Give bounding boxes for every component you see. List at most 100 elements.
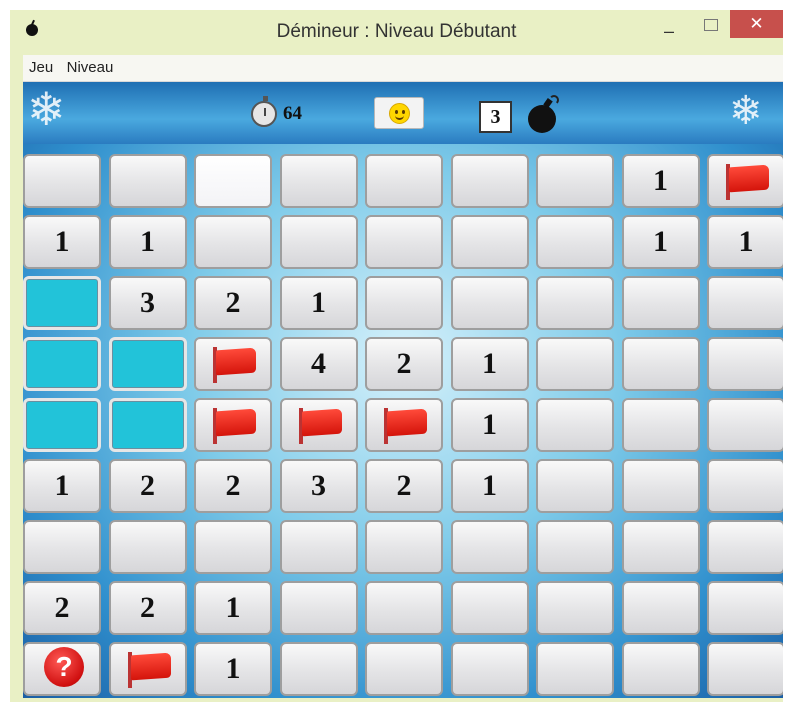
cell-hidden[interactable] xyxy=(365,642,443,696)
cell-number[interactable]: 1 xyxy=(108,215,187,269)
cell-number[interactable]: 1 xyxy=(279,276,358,330)
cell-hidden[interactable] xyxy=(450,642,529,696)
cell-revealed-empty[interactable] xyxy=(108,398,187,452)
cell-hidden[interactable] xyxy=(450,154,529,208)
cell-hidden[interactable] xyxy=(707,459,783,513)
menu-niveau[interactable]: Niveau xyxy=(61,55,117,76)
cell-number[interactable]: 1 xyxy=(23,215,101,269)
red-flag-icon xyxy=(127,652,172,688)
cell-hidden[interactable] xyxy=(279,520,358,574)
game-area: ❄ ❄ 64 3 1 1 1 1 1 3 2 1 4 2 1 1 1 2 2 3 2 1 2 2 1? 1 xyxy=(23,82,783,698)
cell-hidden[interactable] xyxy=(536,581,614,635)
cell-revealed-empty[interactable] xyxy=(108,337,187,391)
cell-number[interactable]: 2 xyxy=(194,459,272,513)
cell-hidden[interactable] xyxy=(279,215,358,269)
cell-number[interactable]: 2 xyxy=(365,459,443,513)
title-bar[interactable]: Démineur : Niveau Débutant – ✕ xyxy=(10,10,783,54)
cell-number[interactable]: 1 xyxy=(194,581,272,635)
new-game-smiley-button[interactable] xyxy=(374,97,424,129)
cell-hidden[interactable] xyxy=(279,154,358,208)
cell-number[interactable]: 1 xyxy=(194,642,272,696)
red-flag-icon xyxy=(298,408,343,444)
cell-hidden[interactable] xyxy=(365,581,443,635)
cell-flagged[interactable] xyxy=(279,398,358,452)
game-header: ❄ ❄ 64 3 xyxy=(23,82,783,144)
cell-hidden[interactable] xyxy=(450,581,529,635)
cell-hidden[interactable] xyxy=(621,459,700,513)
cell-flagged[interactable] xyxy=(194,398,272,452)
cell-hidden[interactable] xyxy=(536,398,614,452)
cell-hidden[interactable] xyxy=(365,215,443,269)
cell-hidden[interactable] xyxy=(450,276,529,330)
cell-hidden[interactable] xyxy=(108,154,187,208)
cell-revealed-empty[interactable] xyxy=(23,398,101,452)
cell-hidden[interactable] xyxy=(194,215,272,269)
cell-flagged[interactable] xyxy=(707,154,783,208)
cell-number[interactable]: 4 xyxy=(279,337,358,391)
cell-hidden[interactable] xyxy=(279,581,358,635)
cell-hidden[interactable] xyxy=(279,642,358,696)
cell-hidden[interactable] xyxy=(365,154,443,208)
cell-number[interactable]: 1 xyxy=(707,215,783,269)
cell-hidden[interactable] xyxy=(707,520,783,574)
cell-number[interactable]: 1 xyxy=(621,215,700,269)
cell-flagged[interactable] xyxy=(194,337,272,391)
timer-value: 64 xyxy=(283,103,302,124)
snowflake-decoration: ❄ xyxy=(729,89,763,133)
cell-number[interactable]: 2 xyxy=(365,337,443,391)
cell-hidden[interactable] xyxy=(536,215,614,269)
question-mark-icon: ? xyxy=(44,647,84,687)
cell-hidden[interactable] xyxy=(194,154,272,208)
cell-hidden[interactable] xyxy=(23,520,101,574)
cell-hidden[interactable] xyxy=(365,276,443,330)
cell-hidden[interactable] xyxy=(450,215,529,269)
cell-question[interactable]: ? xyxy=(23,642,101,696)
cell-number[interactable]: 1 xyxy=(450,337,529,391)
menu-jeu[interactable]: Jeu xyxy=(23,55,56,76)
game-window: Démineur : Niveau Débutant – ✕ Jeu Nivea… xyxy=(10,10,783,702)
cell-hidden[interactable] xyxy=(536,520,614,574)
cell-flagged[interactable] xyxy=(365,398,443,452)
cell-number[interactable]: 1 xyxy=(621,154,700,208)
cell-hidden[interactable] xyxy=(621,337,700,391)
red-flag-icon xyxy=(213,408,257,444)
cell-revealed-empty[interactable] xyxy=(23,276,101,330)
cell-number[interactable]: 1 xyxy=(23,459,101,513)
maximize-button[interactable] xyxy=(704,19,718,31)
cell-hidden[interactable] xyxy=(621,276,700,330)
cell-hidden[interactable] xyxy=(536,337,614,391)
cell-hidden[interactable] xyxy=(621,581,700,635)
cell-number[interactable]: 2 xyxy=(108,459,187,513)
cell-number[interactable]: 2 xyxy=(23,581,101,635)
cell-hidden[interactable] xyxy=(707,642,783,696)
cell-number[interactable]: 1 xyxy=(450,398,529,452)
cell-hidden[interactable] xyxy=(707,337,783,391)
cell-hidden[interactable] xyxy=(450,520,529,574)
cell-hidden[interactable] xyxy=(365,520,443,574)
cell-number[interactable]: 1 xyxy=(450,459,529,513)
cell-hidden[interactable] xyxy=(621,520,700,574)
cell-hidden[interactable] xyxy=(194,520,272,574)
close-button[interactable]: ✕ xyxy=(730,10,783,38)
cell-hidden[interactable] xyxy=(23,154,101,208)
cell-hidden[interactable] xyxy=(536,642,614,696)
cell-flagged[interactable] xyxy=(108,642,187,696)
cell-hidden[interactable] xyxy=(707,276,783,330)
cell-number[interactable]: 3 xyxy=(108,276,187,330)
red-flag-icon xyxy=(384,408,428,444)
cell-hidden[interactable] xyxy=(536,154,614,208)
cell-hidden[interactable] xyxy=(536,276,614,330)
cell-number[interactable]: 3 xyxy=(279,459,358,513)
cell-hidden[interactable] xyxy=(536,459,614,513)
cell-hidden[interactable] xyxy=(707,581,783,635)
minimize-button[interactable]: – xyxy=(660,22,678,40)
cell-revealed-empty[interactable] xyxy=(23,337,101,391)
cell-number[interactable]: 2 xyxy=(108,581,187,635)
cell-hidden[interactable] xyxy=(707,398,783,452)
red-flag-icon xyxy=(213,347,257,383)
cell-number[interactable]: 2 xyxy=(194,276,272,330)
cell-hidden[interactable] xyxy=(621,642,700,696)
cell-hidden[interactable] xyxy=(621,398,700,452)
mine-counter: 3 xyxy=(479,101,512,133)
cell-hidden[interactable] xyxy=(108,520,187,574)
